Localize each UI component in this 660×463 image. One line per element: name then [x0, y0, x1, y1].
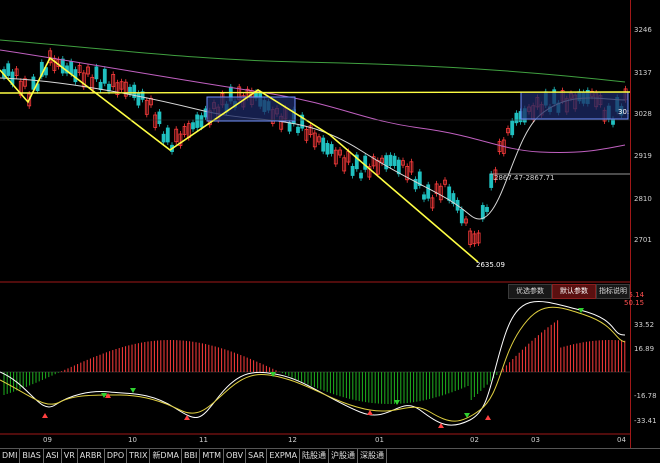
sell-signal-icon	[130, 388, 136, 393]
candle-body	[392, 155, 397, 166]
tab-lugutong[interactable]: 陆股通	[300, 449, 330, 463]
date-tick: 10	[128, 436, 137, 444]
consolidation-box	[520, 91, 629, 120]
date-tick: 02	[470, 436, 479, 444]
indicator-tab-bar: DMI BIAS ASI VR ARBR DPO TRIX 新DMA BBI M…	[0, 448, 660, 463]
indicator-tick: 33.52	[634, 321, 655, 329]
candle-body	[136, 92, 141, 106]
tab-expma[interactable]: EXPMA	[267, 449, 301, 463]
price-label-partial: 30:	[618, 108, 630, 116]
tab-sar[interactable]: SAR	[246, 449, 268, 463]
tab-indicator-help[interactable]: 指标说明	[596, 284, 630, 299]
candle-body	[514, 112, 519, 124]
price-axis	[630, 0, 660, 448]
range-label: 2867.47-2867.71	[494, 174, 555, 182]
indicator-tick: -33.41	[634, 417, 657, 425]
candle-body	[489, 173, 494, 188]
tab-trix[interactable]: TRIX	[127, 449, 151, 463]
kline-chart[interactable]	[0, 0, 660, 448]
candle-body	[161, 133, 166, 143]
tab-mtm[interactable]: MTM	[200, 449, 225, 463]
candle-body	[296, 126, 300, 133]
candle-body	[102, 68, 107, 84]
candle-body	[480, 205, 485, 220]
tab-default-params[interactable]: 默认参数	[552, 284, 596, 299]
price-tick: 2919	[634, 152, 652, 160]
price-tick: 3137	[634, 69, 652, 77]
candle-body	[422, 194, 426, 200]
candle-body	[388, 154, 393, 167]
candle-body	[329, 144, 334, 154]
resistance-line	[0, 91, 631, 94]
candles	[2, 47, 628, 248]
date-tick: 03	[531, 436, 540, 444]
tab-hugutong[interactable]: 沪股通	[329, 449, 359, 463]
buy-signal-icon	[42, 413, 48, 418]
candle-body	[157, 111, 162, 125]
tab-asi[interactable]: ASI	[44, 449, 62, 463]
candle-body	[363, 155, 368, 170]
candle-body	[191, 122, 195, 130]
price-tick: 3246	[634, 26, 652, 34]
candle-body	[510, 120, 515, 136]
date-tick: 09	[43, 436, 52, 444]
indicator-tick: 50.15	[624, 299, 645, 307]
indicator-panel	[0, 301, 630, 428]
price-tick: 3028	[634, 110, 652, 118]
candle-body	[165, 127, 170, 143]
candle-body	[350, 165, 355, 176]
consolidation-box	[206, 96, 296, 122]
chart-stage[interactable]: 3246 3137 3028 2919 2810 2701 55.14 50.1…	[0, 0, 660, 462]
low-price-label: 2635.09	[476, 261, 505, 269]
indicator-tick: 16.89	[634, 345, 655, 353]
candle-body	[94, 66, 99, 80]
tab-dpo[interactable]: DPO	[105, 449, 128, 463]
candle-body	[6, 63, 11, 76]
date-tick: 01	[375, 436, 384, 444]
tab-shengutong[interactable]: 深股通	[358, 449, 388, 463]
candle-body	[459, 208, 464, 224]
candle-body	[359, 172, 363, 179]
indicator-tick: -16.78	[634, 392, 657, 400]
price-tick: 2810	[634, 195, 652, 203]
date-tick: 11	[199, 436, 208, 444]
candle-body	[447, 186, 452, 201]
candle-body	[321, 137, 326, 152]
candle-body	[195, 114, 200, 128]
date-tick: 12	[288, 436, 297, 444]
tab-vr[interactable]: VR	[62, 449, 78, 463]
tab-bias[interactable]: BIAS	[20, 449, 44, 463]
ma-long-line	[0, 39, 626, 83]
price-tick: 2701	[634, 236, 652, 244]
tab-optimized-params[interactable]: 优选参数	[508, 284, 552, 299]
candle-body	[69, 61, 74, 75]
tab-arbr[interactable]: ARBR	[78, 449, 105, 463]
candle-body	[485, 206, 489, 212]
tab-obv[interactable]: OBV	[224, 449, 247, 463]
tab-new-dma[interactable]: 新DMA	[150, 449, 182, 463]
candle-body	[199, 115, 204, 128]
candle-body	[325, 142, 330, 155]
candle-body	[73, 69, 78, 83]
candle-body	[426, 184, 431, 199]
tab-bbi[interactable]: BBI	[182, 449, 201, 463]
date-tick: 04	[617, 436, 626, 444]
candle-body	[287, 122, 292, 132]
candle-body	[98, 81, 103, 91]
buy-signal-icon	[485, 415, 491, 420]
tab-dmi[interactable]: DMI	[0, 449, 21, 463]
